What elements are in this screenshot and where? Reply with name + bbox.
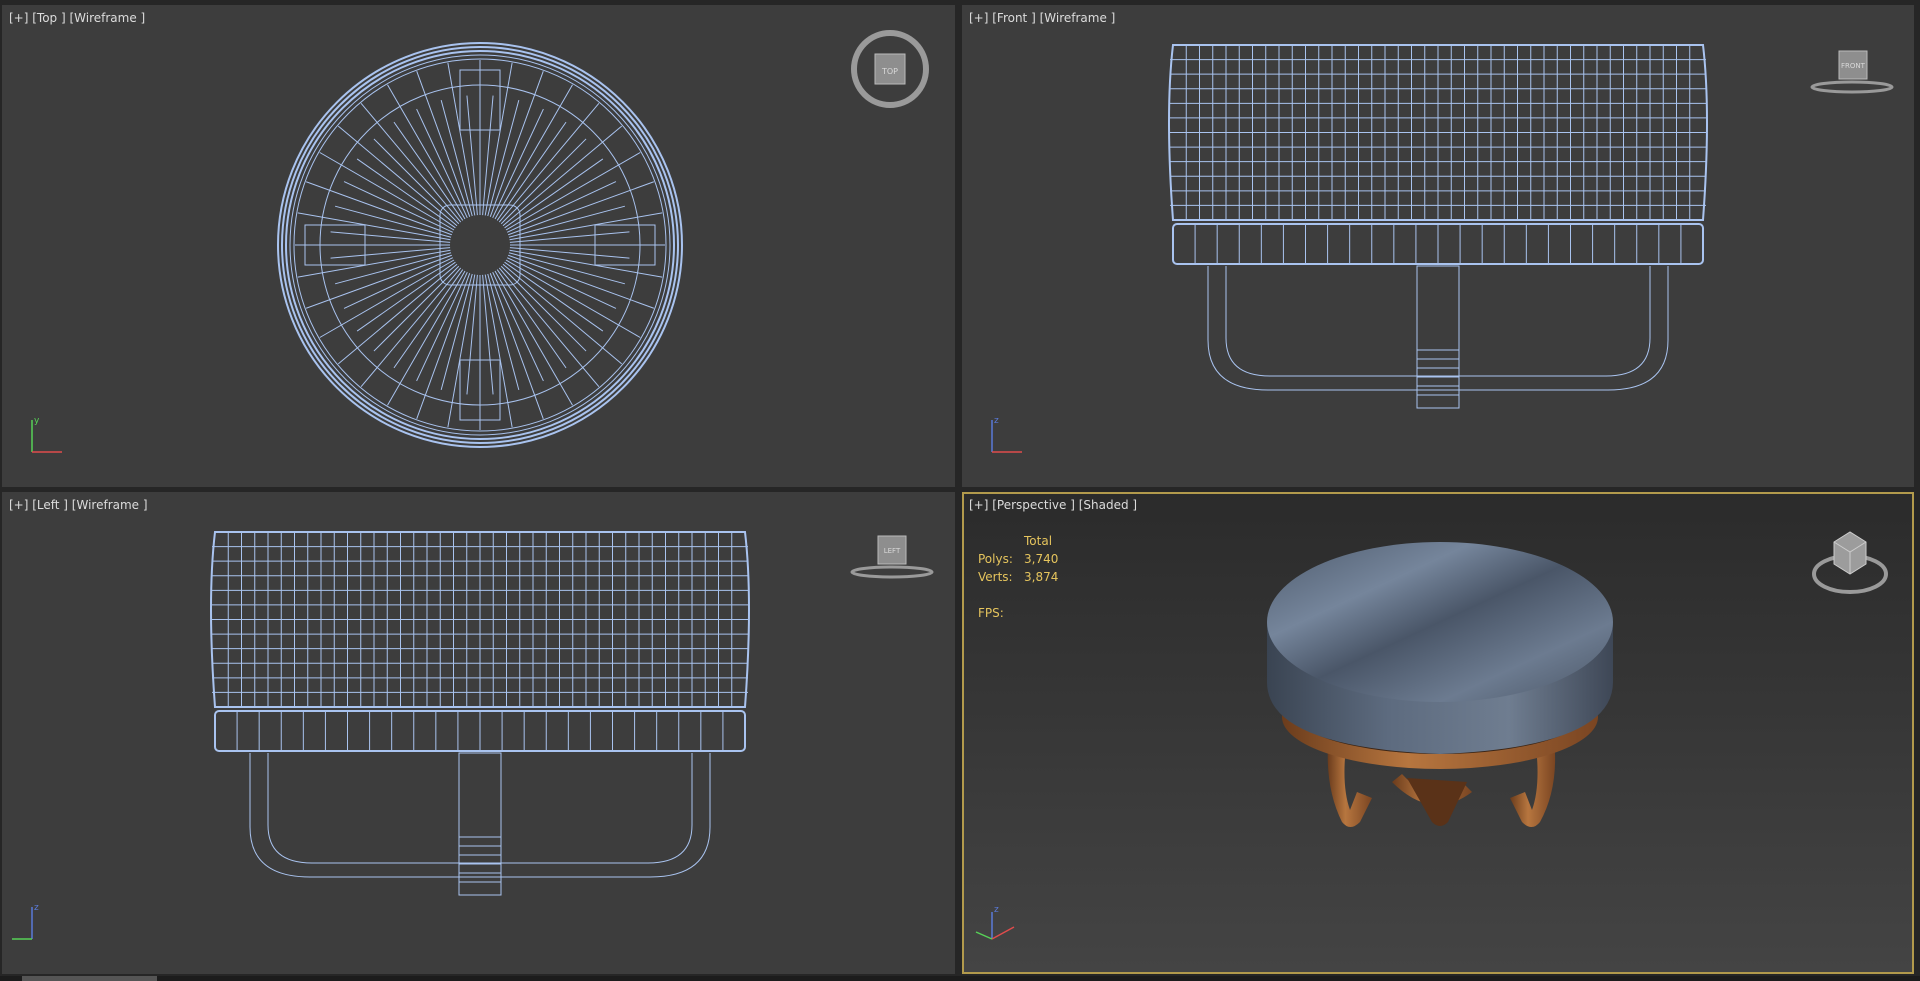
viewport-left[interactable]: LEFT z [+] [Left ] [Wireframe ] [2,492,955,974]
viewport-perspective-label[interactable]: [+] [Perspective ] [Shaded ] [969,498,1137,512]
viewcube-top[interactable]: TOP [851,30,929,108]
viewcube-front-label: FRONT [1841,62,1866,70]
viewcube-top-label: TOP [881,67,898,76]
polys-label: Polys: [978,552,1013,566]
svg-text:z: z [994,905,999,915]
left-view-wireframe: LEFT z [12,531,934,940]
viewcube-left[interactable]: LEFT [850,535,934,579]
axis-tripod-front: z [991,416,1022,453]
ottoman-3d-model[interactable] [1267,542,1613,827]
perspective-view: z [975,531,1888,940]
viewport-perspective[interactable]: z [+] [Perspective ] [Shaded ] Total Pol… [962,492,1914,974]
viewport-top[interactable]: TOP y [+] [Top ] [Wireframe ] [2,5,955,487]
svg-text:z: z [34,903,39,913]
viewcube-left-label: LEFT [884,547,901,555]
polys-value: 3,740 [1024,552,1059,566]
time-slider-handle[interactable] [22,976,157,981]
svg-text:y: y [34,416,40,426]
viewport-front[interactable]: FRONT z [+] [Front ] [Wireframe ] [962,5,1914,487]
viewcube-perspective[interactable] [1812,531,1888,594]
axis-tripod-left: z [12,903,39,940]
front-view-wireframe: FRONT z [991,44,1894,453]
verts-label: Verts: [978,570,1013,584]
app-window: TOP y [+] [Top ] [Wireframe ] FRONT z [+… [0,0,1920,981]
bottom-status-bar [0,976,1920,981]
viewport-front-label[interactable]: [+] [Front ] [Wireframe ] [969,11,1115,25]
scene-statistics: Total Polys: 3,740 Verts: 3,874 FPS: [978,532,1058,622]
svg-text:z: z [994,416,999,426]
top-view-wireframe: TOP y [31,30,929,453]
fps-label: FPS: [978,606,1004,620]
viewport-left-label[interactable]: [+] [Left ] [Wireframe ] [9,498,148,512]
axis-tripod-perspective: z [975,905,1015,940]
stats-header: Total [1024,534,1053,548]
axis-tripod-top: y [31,416,62,453]
viewport-top-label[interactable]: [+] [Top ] [Wireframe ] [9,11,145,25]
verts-value: 3,874 [1024,570,1059,584]
viewcube-front[interactable]: FRONT [1810,50,1894,94]
